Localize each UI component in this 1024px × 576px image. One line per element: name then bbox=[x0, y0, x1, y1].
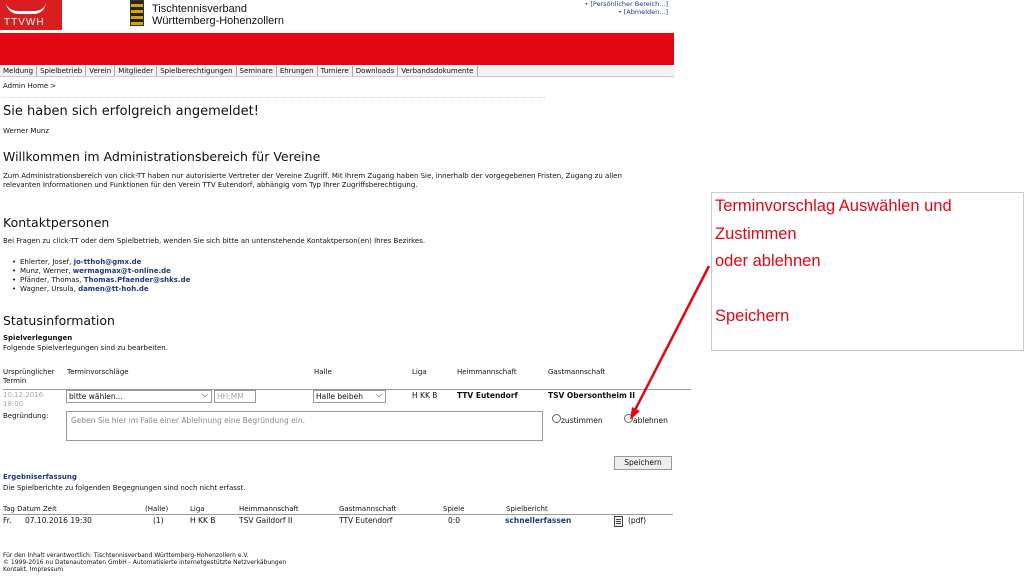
annotation-arrow-icon bbox=[630, 265, 711, 420]
